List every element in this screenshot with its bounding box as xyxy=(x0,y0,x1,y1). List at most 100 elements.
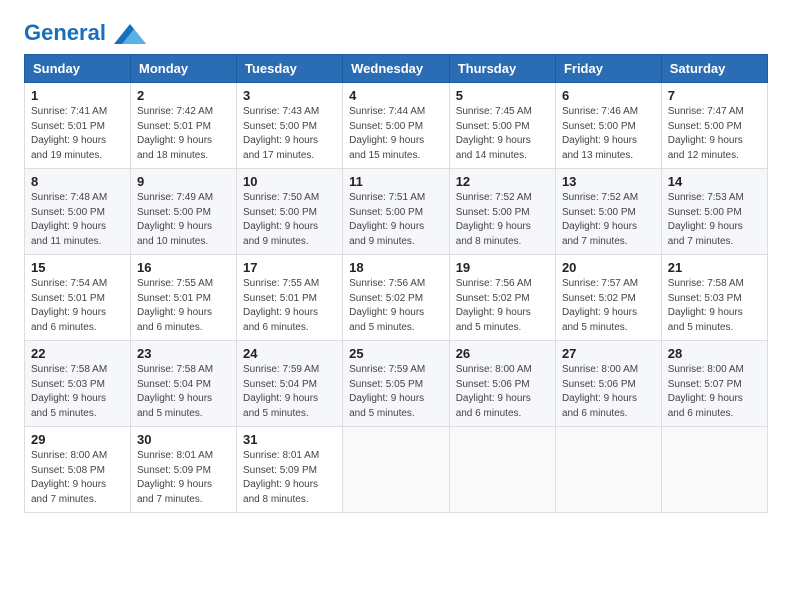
day-number: 29 xyxy=(31,432,124,447)
calendar-cell xyxy=(343,427,450,513)
day-number: 13 xyxy=(562,174,655,189)
weekday-header: Saturday xyxy=(661,55,767,83)
day-number: 22 xyxy=(31,346,124,361)
day-number: 10 xyxy=(243,174,336,189)
day-number: 19 xyxy=(456,260,549,275)
weekday-header: Monday xyxy=(130,55,236,83)
day-number: 8 xyxy=(31,174,124,189)
day-number: 7 xyxy=(668,88,761,103)
calendar-cell: 17 Sunrise: 7:55 AMSunset: 5:01 PMDayligh… xyxy=(237,255,343,341)
calendar-week-row: 22 Sunrise: 7:58 AMSunset: 5:03 PMDayligh… xyxy=(25,341,768,427)
day-number: 2 xyxy=(137,88,230,103)
day-info: Sunrise: 7:43 AMSunset: 5:00 PMDaylight:… xyxy=(243,105,336,163)
day-info: Sunrise: 8:01 AMSunset: 5:09 PMDaylight:… xyxy=(137,449,230,507)
day-info: Sunrise: 7:55 AMSunset: 5:01 PMDaylight:… xyxy=(243,277,336,335)
calendar-cell: 6 Sunrise: 7:46 AMSunset: 5:00 PMDaylight… xyxy=(555,83,661,169)
calendar-cell: 16 Sunrise: 7:55 AMSunset: 5:01 PMDayligh… xyxy=(130,255,236,341)
calendar-cell: 14Sunrise: 7:53 AMSunset: 5:00 PMDayligh… xyxy=(661,169,767,255)
day-number: 12 xyxy=(456,174,549,189)
calendar-cell xyxy=(555,427,661,513)
calendar-cell: 29 Sunrise: 8:00 AMSunset: 5:08 PMDayligh… xyxy=(25,427,131,513)
day-info: Sunrise: 7:56 AMSunset: 5:02 PMDaylight:… xyxy=(456,277,549,335)
day-number: 1 xyxy=(31,88,124,103)
day-number: 18 xyxy=(349,260,443,275)
day-number: 26 xyxy=(456,346,549,361)
calendar-cell: 4 Sunrise: 7:44 AMSunset: 5:00 PMDaylight… xyxy=(343,83,450,169)
calendar-cell: 2 Sunrise: 7:42 AMSunset: 5:01 PMDaylight… xyxy=(130,83,236,169)
calendar-cell: 15 Sunrise: 7:54 AMSunset: 5:01 PMDayligh… xyxy=(25,255,131,341)
day-number: 6 xyxy=(562,88,655,103)
day-number: 14 xyxy=(668,174,761,189)
day-info: Sunrise: 7:45 AMSunset: 5:00 PMDaylight:… xyxy=(456,105,549,163)
day-number: 20 xyxy=(562,260,655,275)
day-number: 3 xyxy=(243,88,336,103)
day-info: Sunrise: 7:52 AMSunset: 5:00 PMDaylight:… xyxy=(562,191,655,249)
calendar-week-row: 29 Sunrise: 8:00 AMSunset: 5:08 PMDayligh… xyxy=(25,427,768,513)
calendar-cell: 10 Sunrise: 7:50 AMSunset: 5:00 PMDayligh… xyxy=(237,169,343,255)
calendar-cell: 23Sunrise: 7:58 AMSunset: 5:04 PMDayligh… xyxy=(130,341,236,427)
weekday-header: Wednesday xyxy=(343,55,450,83)
calendar-cell: 11 Sunrise: 7:51 AMSunset: 5:00 PMDayligh… xyxy=(343,169,450,255)
day-number: 23 xyxy=(137,346,230,361)
weekday-header: Thursday xyxy=(449,55,555,83)
calendar-cell: 7 Sunrise: 7:47 AMSunset: 5:00 PMDaylight… xyxy=(661,83,767,169)
day-number: 31 xyxy=(243,432,336,447)
calendar-cell xyxy=(449,427,555,513)
day-info: Sunrise: 7:59 AMSunset: 5:04 PMDaylight:… xyxy=(243,363,336,421)
weekday-header: Sunday xyxy=(25,55,131,83)
day-number: 24 xyxy=(243,346,336,361)
calendar-week-row: 1 Sunrise: 7:41 AMSunset: 5:01 PMDaylight… xyxy=(25,83,768,169)
calendar-cell: 1 Sunrise: 7:41 AMSunset: 5:01 PMDaylight… xyxy=(25,83,131,169)
weekday-header: Tuesday xyxy=(237,55,343,83)
day-info: Sunrise: 7:44 AMSunset: 5:00 PMDaylight:… xyxy=(349,105,443,163)
calendar-cell xyxy=(661,427,767,513)
day-info: Sunrise: 7:54 AMSunset: 5:01 PMDaylight:… xyxy=(31,277,124,335)
calendar-cell: 5 Sunrise: 7:45 AMSunset: 5:00 PMDaylight… xyxy=(449,83,555,169)
day-info: Sunrise: 8:00 AMSunset: 5:08 PMDaylight:… xyxy=(31,449,124,507)
day-info: Sunrise: 8:00 AMSunset: 5:06 PMDaylight:… xyxy=(562,363,655,421)
day-info: Sunrise: 7:58 AMSunset: 5:03 PMDaylight:… xyxy=(668,277,761,335)
day-number: 28 xyxy=(668,346,761,361)
calendar-cell: 12 Sunrise: 7:52 AMSunset: 5:00 PMDayligh… xyxy=(449,169,555,255)
day-info: Sunrise: 7:58 AMSunset: 5:03 PMDaylight:… xyxy=(31,363,124,421)
calendar-cell: 28 Sunrise: 8:00 AMSunset: 5:07 PMDayligh… xyxy=(661,341,767,427)
day-info: Sunrise: 7:42 AMSunset: 5:01 PMDaylight:… xyxy=(137,105,230,163)
day-info: Sunrise: 7:50 AMSunset: 5:00 PMDaylight:… xyxy=(243,191,336,249)
day-info: Sunrise: 7:47 AMSunset: 5:00 PMDaylight:… xyxy=(668,105,761,163)
calendar-cell: 3 Sunrise: 7:43 AMSunset: 5:00 PMDaylight… xyxy=(237,83,343,169)
day-info: Sunrise: 7:41 AMSunset: 5:01 PMDaylight:… xyxy=(31,105,124,163)
calendar-cell: 27Sunrise: 8:00 AMSunset: 5:06 PMDayligh… xyxy=(555,341,661,427)
day-info: Sunrise: 7:55 AMSunset: 5:01 PMDaylight:… xyxy=(137,277,230,335)
day-number: 4 xyxy=(349,88,443,103)
day-info: Sunrise: 7:51 AMSunset: 5:00 PMDaylight:… xyxy=(349,191,443,249)
calendar-cell: 20Sunrise: 7:57 AMSunset: 5:02 PMDayligh… xyxy=(555,255,661,341)
day-number: 16 xyxy=(137,260,230,275)
day-info: Sunrise: 8:00 AMSunset: 5:07 PMDaylight:… xyxy=(668,363,761,421)
day-number: 21 xyxy=(668,260,761,275)
day-number: 11 xyxy=(349,174,443,189)
calendar-week-row: 8 Sunrise: 7:48 AMSunset: 5:00 PMDaylight… xyxy=(25,169,768,255)
day-number: 25 xyxy=(349,346,443,361)
calendar-cell: 13 Sunrise: 7:52 AMSunset: 5:00 PMDayligh… xyxy=(555,169,661,255)
day-info: Sunrise: 7:46 AMSunset: 5:00 PMDaylight:… xyxy=(562,105,655,163)
calendar-cell: 21 Sunrise: 7:58 AMSunset: 5:03 PMDayligh… xyxy=(661,255,767,341)
calendar-cell: 30 Sunrise: 8:01 AMSunset: 5:09 PMDayligh… xyxy=(130,427,236,513)
day-number: 5 xyxy=(456,88,549,103)
day-info: Sunrise: 7:56 AMSunset: 5:02 PMDaylight:… xyxy=(349,277,443,335)
day-info: Sunrise: 7:48 AMSunset: 5:00 PMDaylight:… xyxy=(31,191,124,249)
calendar-cell: 18 Sunrise: 7:56 AMSunset: 5:02 PMDayligh… xyxy=(343,255,450,341)
calendar-cell: 31Sunrise: 8:01 AMSunset: 5:09 PMDayligh… xyxy=(237,427,343,513)
day-number: 15 xyxy=(31,260,124,275)
day-info: Sunrise: 8:00 AMSunset: 5:06 PMDaylight:… xyxy=(456,363,549,421)
day-number: 30 xyxy=(137,432,230,447)
day-info: Sunrise: 7:59 AMSunset: 5:05 PMDaylight:… xyxy=(349,363,443,421)
day-info: Sunrise: 7:52 AMSunset: 5:00 PMDaylight:… xyxy=(456,191,549,249)
calendar-header-row: SundayMondayTuesdayWednesdayThursdayFrid… xyxy=(25,55,768,83)
day-number: 17 xyxy=(243,260,336,275)
calendar-cell: 26 Sunrise: 8:00 AMSunset: 5:06 PMDayligh… xyxy=(449,341,555,427)
calendar-table: SundayMondayTuesdayWednesdayThursdayFrid… xyxy=(24,54,768,513)
day-number: 9 xyxy=(137,174,230,189)
logo: General xyxy=(24,20,146,42)
day-info: Sunrise: 7:49 AMSunset: 5:00 PMDaylight:… xyxy=(137,191,230,249)
calendar-body: 1 Sunrise: 7:41 AMSunset: 5:01 PMDaylight… xyxy=(25,83,768,513)
